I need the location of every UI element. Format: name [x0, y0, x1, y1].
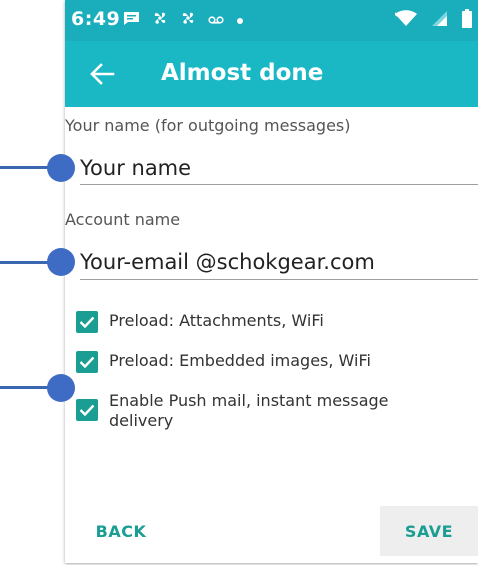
status-notifications — [123, 9, 244, 31]
page-title: Almost done — [161, 60, 324, 86]
fan-icon — [180, 10, 196, 30]
pointer-dot — [47, 374, 75, 402]
account-input[interactable]: Your-email @schokgear.com — [80, 250, 375, 274]
screen: 6:49 Almost done Your name (for outgoing… — [0, 0, 478, 565]
option-preload-images[interactable]: Preload: Embedded images, WiFi — [76, 351, 429, 373]
account-label: Account name — [65, 210, 181, 229]
checkbox-checked-icon[interactable] — [76, 399, 98, 421]
name-input[interactable]: Your name — [80, 156, 191, 180]
name-input-underline — [80, 184, 478, 185]
fan-icon — [152, 10, 168, 30]
phone-screen: 6:49 Almost done Your name (for outgoing… — [65, 0, 478, 563]
status-bar: 6:49 — [65, 0, 478, 41]
battery-icon — [462, 8, 472, 32]
option-label: Preload: Attachments, WiFi — [109, 311, 324, 330]
option-label: Preload: Embedded images, WiFi — [109, 351, 371, 370]
app-bar: Almost done — [65, 41, 478, 107]
account-input-underline — [80, 279, 478, 280]
voicemail-icon — [208, 11, 224, 29]
dot-icon — [236, 11, 244, 29]
status-time: 6:49 — [71, 8, 121, 30]
checkbox-checked-icon[interactable] — [76, 351, 98, 373]
pointer-dot — [47, 154, 75, 182]
message-icon — [123, 11, 140, 30]
pointer-dot — [47, 248, 75, 276]
back-button[interactable]: BACK — [75, 506, 167, 556]
option-preload-attachments[interactable]: Preload: Attachments, WiFi — [76, 311, 429, 333]
option-push-mail[interactable]: Enable Push mail, instant message delive… — [76, 391, 429, 431]
wifi-icon — [394, 9, 417, 31]
checkbox-checked-icon[interactable] — [76, 311, 98, 333]
name-label: Your name (for outgoing messages) — [65, 116, 351, 135]
arrow-left-icon[interactable] — [87, 59, 117, 89]
signal-icon — [431, 10, 448, 31]
status-right-icons — [394, 8, 472, 32]
option-label: Enable Push mail, instant message delive… — [109, 391, 389, 430]
save-button[interactable]: SAVE — [380, 506, 478, 556]
